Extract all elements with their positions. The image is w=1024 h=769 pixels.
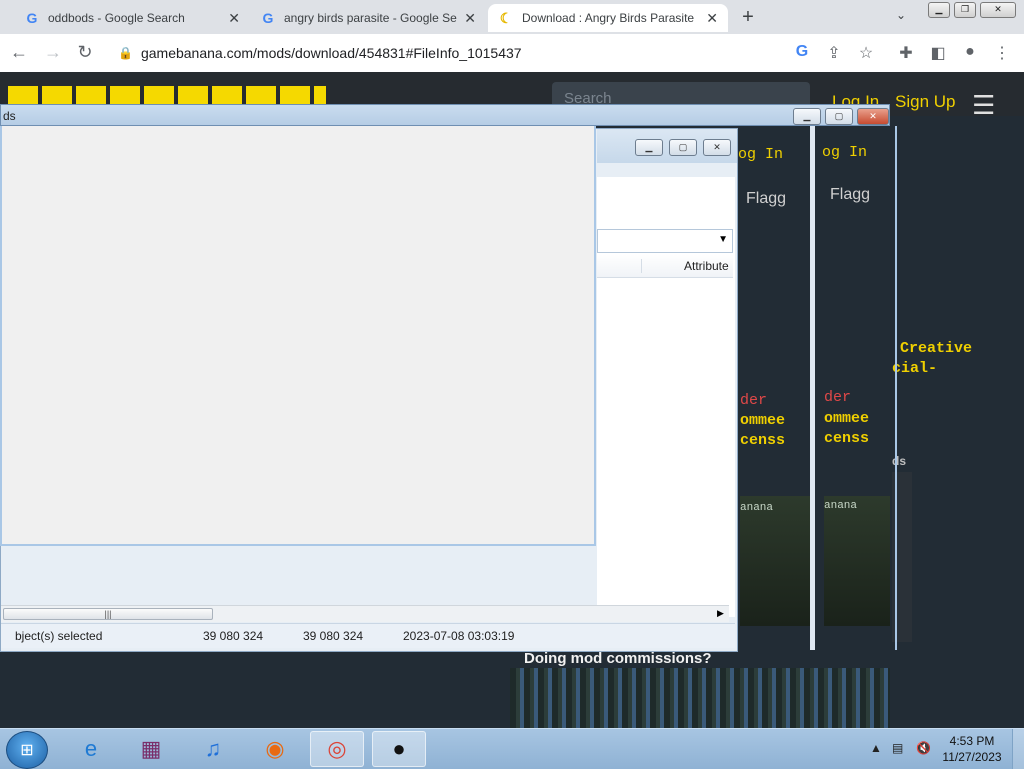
window-frame-edge <box>810 126 897 650</box>
glitch-login-text: og In <box>738 146 784 163</box>
url-text[interactable]: gamebanana.com/mods/download/454831#File… <box>141 45 522 61</box>
address-bar[interactable]: 🔒 gamebanana.com/mods/download/454831#Fi… <box>108 38 824 68</box>
mod-commissions-banner[interactable]: Doing mod commissions? <box>524 650 712 667</box>
scroll-right-icon[interactable]: ▶ <box>717 608 724 619</box>
minimize-button[interactable]: ▁ <box>635 139 663 156</box>
lock-icon[interactable]: 🔒 <box>118 46 133 60</box>
commee-text: ommee <box>740 412 786 429</box>
back-icon[interactable]: ← <box>8 42 30 63</box>
google-icon: G <box>26 10 38 26</box>
banana-text: anana <box>740 502 774 514</box>
hamburger-menu-icon[interactable]: ☰ <box>972 90 995 121</box>
chrome-icon[interactable]: ◎ <box>310 731 364 767</box>
browser-toolbar: ← → ↻ 🔒 gamebanana.com/mods/download/454… <box>0 34 1024 73</box>
file-size: 39 080 324 <box>203 629 264 643</box>
star-icon[interactable]: ☆ <box>856 43 876 63</box>
close-icon[interactable]: ✕ <box>464 10 476 27</box>
creative-text: Creative <box>900 340 973 357</box>
start-button[interactable]: ⊞ <box>6 731 48 769</box>
maximize-button[interactable]: ▢ <box>825 108 853 125</box>
taskbar: ⊞ e ▦ ♫ ◉ ◎ ● ▲ ▤ 🔇 4:53 PM 11/27/2023 <box>0 728 1024 769</box>
restore-button[interactable]: ❐ <box>954 2 976 18</box>
tab-title: Download : Angry Birds Parasite <box>522 11 695 25</box>
front-window-titlebar: ds ▁ ▢ ✕ <box>0 104 890 126</box>
tab-title: oddbods - Google Search <box>48 11 185 25</box>
close-icon[interactable]: ✕ <box>706 10 718 27</box>
clock-time: 4:53 PM <box>949 734 995 748</box>
show-desktop-button[interactable] <box>1012 729 1024 769</box>
volume-muted-icon[interactable]: 🔇 <box>916 741 931 755</box>
file-size-packed: 39 080 324 <box>303 629 364 643</box>
internet-explorer-icon[interactable]: e <box>64 731 118 767</box>
side-panel-icon[interactable]: ◧ <box>928 43 948 63</box>
share-icon[interactable]: ⇪ <box>824 43 844 63</box>
banana-icon: ☾ <box>499 9 513 26</box>
chevron-down-icon[interactable]: ⌄ <box>896 8 906 22</box>
minimize-button[interactable]: ▁ <box>793 108 821 125</box>
itunes-icon[interactable]: ♫ <box>186 731 240 767</box>
new-tab-button[interactable]: + <box>736 6 760 29</box>
tab-title: angry birds parasite - Google Se <box>284 11 457 25</box>
license-text: censs <box>740 432 786 449</box>
order-text: der <box>740 392 768 409</box>
clock[interactable]: 4:53 PM 11/27/2023 <box>936 733 1008 765</box>
file-date: 2023-07-08 03:03:19 <box>403 629 515 643</box>
official-text: cial- <box>892 360 938 377</box>
window-title: ds <box>3 109 16 123</box>
close-window-button[interactable]: ✕ <box>703 139 731 156</box>
column-attribute[interactable]: Attribute <box>641 259 729 273</box>
winrar-icon[interactable]: ▦ <box>124 731 178 767</box>
column-header-row: Attribute <box>597 255 733 278</box>
tab-strip: G oddbods - Google Search ✕ G angry bird… <box>0 0 1024 34</box>
glitch-flagged-text: Flagg <box>746 190 787 207</box>
reload-icon[interactable]: ↻ <box>74 42 96 63</box>
tab-angry-birds-search[interactable]: G angry birds parasite - Google Se ✕ <box>250 4 486 32</box>
close-window-button[interactable]: ✕ <box>857 108 889 125</box>
tab-download[interactable]: ☾ Download : Angry Birds Parasite ✕ <box>488 4 728 32</box>
google-icon: G <box>262 10 274 26</box>
scrollbar-thumb[interactable]: ||| <box>3 608 213 620</box>
forward-icon[interactable]: → <box>42 42 64 63</box>
front-window-body <box>0 126 596 546</box>
clock-date: 11/27/2023 <box>942 750 1002 764</box>
close-icon[interactable]: ✕ <box>228 10 240 27</box>
status-bar: bject(s) selected 39 080 324 39 080 324 … <box>1 623 735 648</box>
signup-link[interactable]: Sign Up <box>895 92 955 112</box>
google-lens-icon[interactable]: G <box>792 43 812 61</box>
mod-thumbnail[interactable] <box>740 496 810 626</box>
footer-art <box>510 668 890 728</box>
menu-icon[interactable]: ⋮ <box>992 43 1012 63</box>
minimize-button[interactable]: ▁ <box>928 2 950 18</box>
chevron-down-icon[interactable]: ▼ <box>718 234 728 245</box>
explorer-titlebar: ▁ ▢ ✕ <box>597 129 737 163</box>
angry-birds-icon[interactable]: ● <box>372 731 426 767</box>
network-icon[interactable]: ▤ <box>892 741 903 755</box>
tab-oddbods[interactable]: G oddbods - Google Search ✕ <box>14 4 250 32</box>
selection-status: bject(s) selected <box>15 629 103 643</box>
close-window-button[interactable]: ✕ <box>980 2 1016 18</box>
firefox-icon[interactable]: ◉ <box>248 731 302 767</box>
explorer-address-dropdown[interactable]: ▼ <box>597 229 733 253</box>
horizontal-scrollbar[interactable]: ||| ▶ <box>1 605 729 622</box>
profile-avatar-icon[interactable]: ● <box>960 43 980 61</box>
tray-expand-icon[interactable]: ▲ <box>870 741 882 755</box>
maximize-button[interactable]: ▢ <box>669 139 697 156</box>
extensions-icon[interactable]: ✚ <box>896 43 916 63</box>
